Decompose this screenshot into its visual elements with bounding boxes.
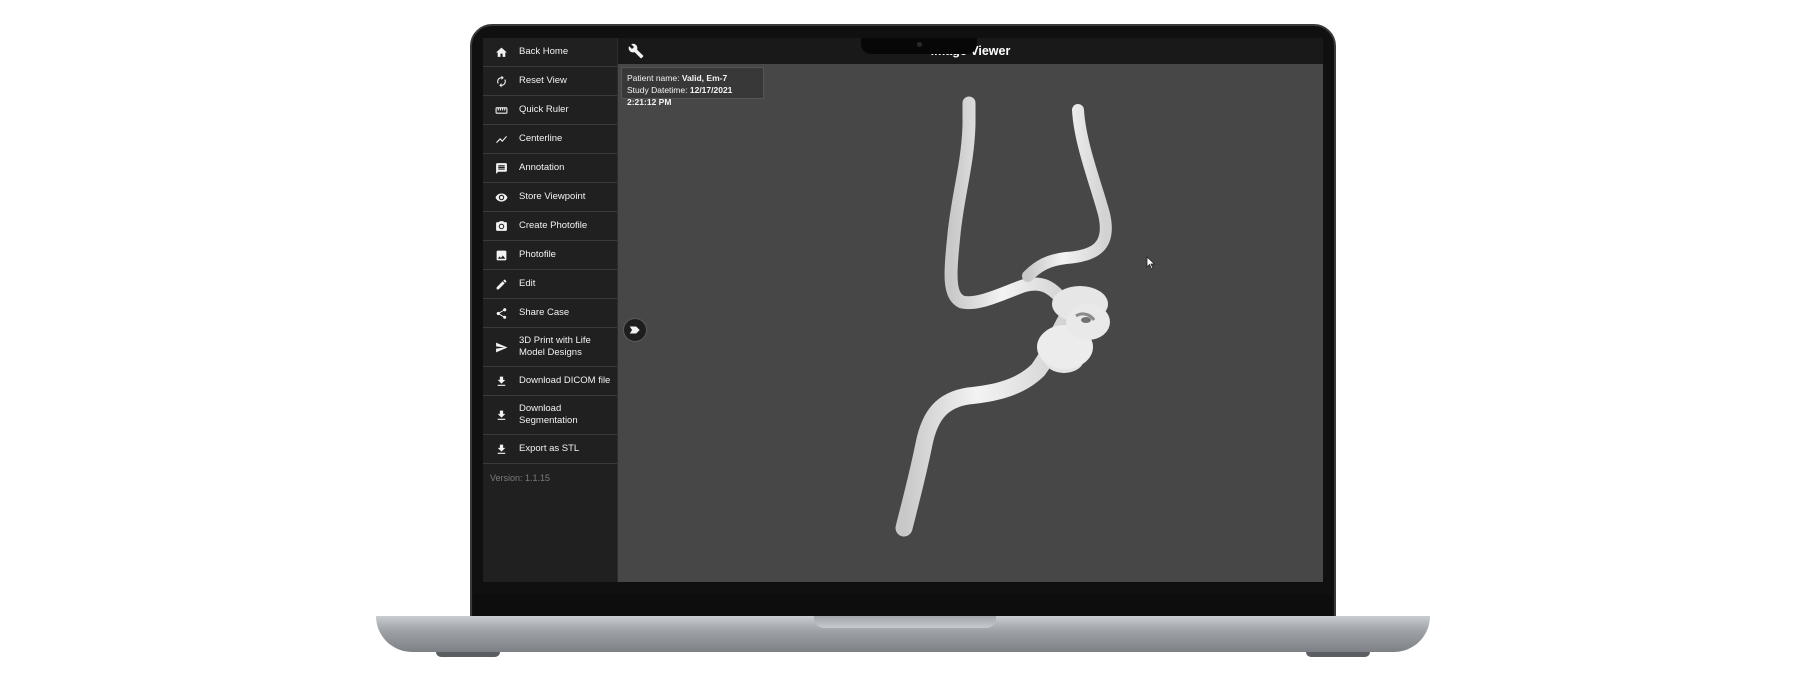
refresh-icon bbox=[483, 75, 519, 88]
sidebar-item-photofile[interactable]: Photofile bbox=[483, 241, 617, 270]
ruler-icon bbox=[483, 104, 519, 117]
download-icon bbox=[483, 375, 519, 388]
sidebar-item-label: Photofile bbox=[519, 249, 556, 260]
3d-viewport[interactable]: Patient name: Valid, Em-7 Study Datetime… bbox=[618, 64, 1323, 582]
image-icon bbox=[483, 249, 519, 262]
line-chart-icon bbox=[483, 133, 519, 146]
label-arrow-icon bbox=[629, 326, 640, 334]
patient-name-value: Valid, Em-7 bbox=[681, 73, 728, 83]
share-icon bbox=[483, 307, 519, 320]
sidebar-item-back-home[interactable]: Back Home bbox=[483, 38, 617, 67]
sidebar-item-label: Centerline bbox=[519, 133, 563, 144]
app-screen: Back Home Reset View Quick Ruler Centerl… bbox=[483, 38, 1323, 582]
comment-icon bbox=[483, 162, 519, 175]
patient-name-row: Patient name: Valid, Em-7 bbox=[627, 72, 758, 84]
download-icon bbox=[483, 409, 519, 422]
camera-icon bbox=[483, 220, 519, 233]
patient-info-box: Patient name: Valid, Em-7 Study Datetime… bbox=[621, 67, 764, 107]
sidebar-item-share-case[interactable]: Share Case bbox=[483, 299, 617, 328]
sidebar-item-download-dicom[interactable]: Download DICOM file bbox=[483, 367, 617, 396]
collapse-sidebar-button[interactable] bbox=[623, 318, 647, 342]
laptop-chin bbox=[474, 594, 1332, 616]
camera-icon bbox=[917, 42, 922, 47]
sidebar-item-label: Export as STL bbox=[519, 443, 580, 454]
sidebar-item-label: Quick Ruler bbox=[519, 104, 569, 115]
sidebar-item-label: Reset View bbox=[519, 75, 567, 86]
sidebar-item-create-photofile[interactable]: Create Photofile bbox=[483, 212, 617, 241]
sidebar-item-reset-view[interactable]: Reset View bbox=[483, 67, 617, 96]
version-label: Version: 1.1.15 bbox=[490, 473, 551, 483]
patient-name-label: Patient name: bbox=[627, 73, 680, 83]
sidebar-item-label: Store Viewpoint bbox=[519, 191, 586, 202]
wrench-icon[interactable] bbox=[628, 43, 644, 59]
sidebar-item-store-viewpoint[interactable]: Store Viewpoint bbox=[483, 183, 617, 212]
sidebar-item-label: 3D Print with Life Model Designs bbox=[519, 335, 591, 358]
study-datetime-label: Study Datetime: bbox=[627, 85, 688, 95]
vessel-3d-model bbox=[895, 96, 1112, 537]
laptop-mockup: Back Home Reset View Quick Ruler Centerl… bbox=[0, 0, 1800, 680]
pencil-icon bbox=[483, 278, 519, 291]
sidebar-item-label: Back Home bbox=[519, 46, 569, 57]
sidebar: Back Home Reset View Quick Ruler Centerl… bbox=[483, 38, 618, 582]
sidebar-item-edit[interactable]: Edit bbox=[483, 270, 617, 299]
sidebar-item-label: Annotation bbox=[519, 162, 565, 173]
download-icon bbox=[483, 443, 519, 456]
sidebar-item-label: Create Photofile bbox=[519, 220, 588, 231]
sidebar-item-centerline[interactable]: Centerline bbox=[483, 125, 617, 154]
study-datetime-row: Study Datetime: 12/17/2021 2:21:12 PM bbox=[627, 84, 758, 108]
sidebar-item-quick-ruler[interactable]: Quick Ruler bbox=[483, 96, 617, 125]
sidebar-item-export-stl[interactable]: Export as STL bbox=[483, 435, 617, 464]
sidebar-item-3d-print[interactable]: 3D Print with Life Model Designs bbox=[483, 328, 617, 367]
sidebar-item-label: Edit bbox=[519, 278, 536, 289]
sidebar-item-download-segmentation[interactable]: Download Segmentation bbox=[483, 396, 617, 435]
laptop-base-groove bbox=[814, 616, 996, 628]
eye-icon bbox=[483, 191, 519, 204]
mouse-cursor-icon bbox=[1146, 256, 1156, 270]
camera-notch bbox=[861, 38, 977, 54]
sidebar-item-annotation[interactable]: Annotation bbox=[483, 154, 617, 183]
home-icon bbox=[483, 46, 519, 59]
laptop-foot-right bbox=[1306, 652, 1370, 657]
laptop-foot-left bbox=[436, 652, 500, 657]
sidebar-item-label: Share Case bbox=[519, 307, 570, 318]
sidebar-item-label: Download DICOM file bbox=[519, 375, 611, 386]
send-icon bbox=[483, 341, 519, 354]
sidebar-item-label: Download Segmentation bbox=[519, 403, 578, 426]
